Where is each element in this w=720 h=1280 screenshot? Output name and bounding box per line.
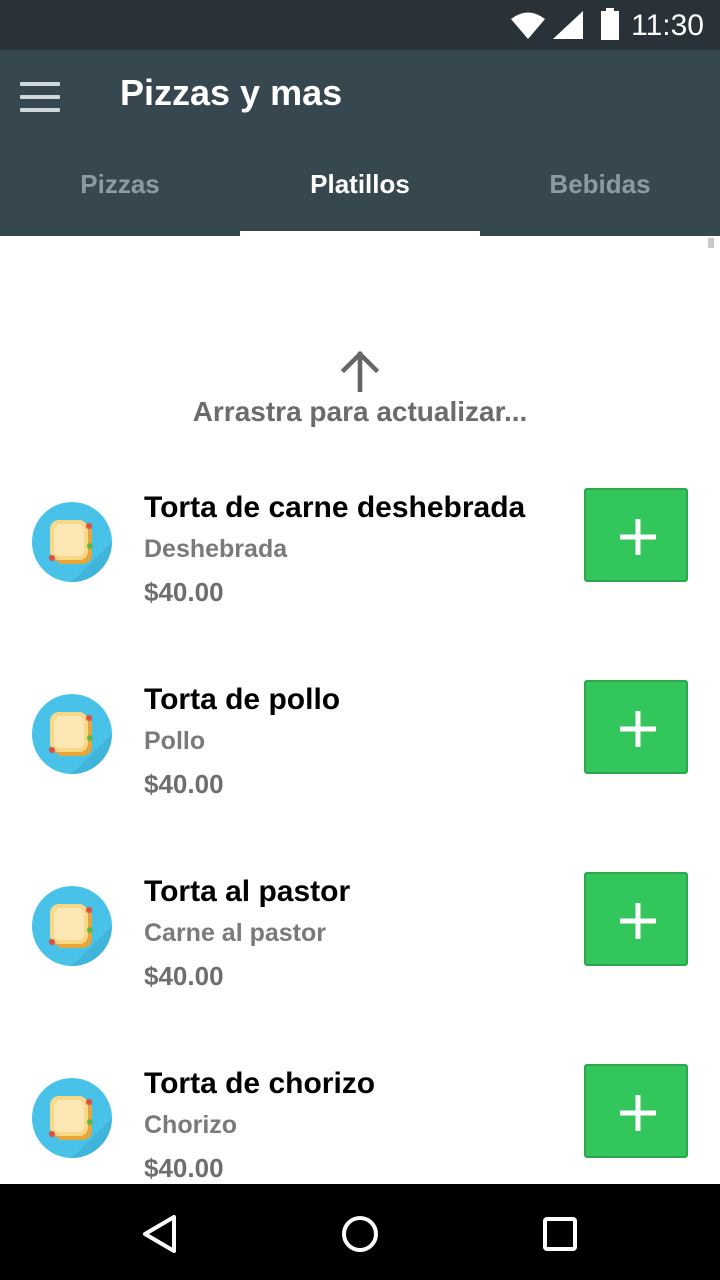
sandwich-icon	[32, 886, 112, 966]
item-name: Torta de pollo	[144, 683, 341, 716]
item-price: $40.00	[144, 577, 224, 607]
status-time: 11:30	[631, 9, 704, 42]
sandwich-icon	[32, 694, 112, 774]
plus-icon	[620, 1095, 656, 1131]
item-price: $40.00	[144, 961, 224, 991]
item-description: Chorizo	[144, 1111, 238, 1139]
plus-icon	[620, 519, 656, 555]
hamburger-menu-icon[interactable]	[20, 82, 60, 112]
item-name: Torta al pastor	[144, 875, 351, 908]
wifi-icon	[511, 12, 545, 39]
arrow-up-icon	[340, 350, 380, 392]
add-to-cart-button[interactable]	[584, 680, 688, 774]
signal-icon	[553, 11, 583, 39]
status-bar: 11:30	[0, 0, 720, 50]
plus-icon	[620, 903, 656, 939]
item-description: Deshebrada	[144, 535, 288, 563]
item-name: Torta de carne deshebrada	[144, 491, 526, 524]
system-nav-bar	[0, 1184, 720, 1280]
battery-icon	[601, 8, 619, 40]
list-item: Torta de chorizo Chorizo $40.00	[0, 1064, 720, 1184]
item-description: Pollo	[144, 727, 206, 755]
item-description: Carne al pastor	[144, 919, 327, 947]
add-to-cart-button[interactable]	[584, 488, 688, 582]
plus-icon	[620, 711, 656, 747]
back-icon[interactable]	[138, 1212, 182, 1256]
tab-platillos[interactable]: Platillos	[240, 146, 480, 236]
tab-pizzas[interactable]: Pizzas	[0, 146, 240, 236]
tab-bebidas[interactable]: Bebidas	[480, 146, 720, 236]
item-price: $40.00	[144, 1153, 224, 1183]
list-item: Torta de carne deshebrada Deshebrada $40…	[0, 488, 720, 638]
app-title: Pizzas y mas	[120, 72, 343, 113]
pull-to-refresh: Arrastra para actualizar...	[0, 348, 720, 428]
list-item: Torta de pollo Pollo $40.00	[0, 680, 720, 830]
add-to-cart-button[interactable]	[584, 872, 688, 966]
recents-icon[interactable]	[538, 1212, 582, 1256]
add-to-cart-button[interactable]	[584, 1064, 688, 1158]
sandwich-icon	[32, 502, 112, 582]
scroll-indicator	[708, 238, 714, 248]
home-icon[interactable]	[338, 1212, 382, 1256]
sandwich-icon	[32, 1078, 112, 1158]
item-name: Torta de chorizo	[144, 1067, 376, 1100]
product-list[interactable]: Arrastra para actualizar... Torta de car…	[0, 236, 720, 1184]
app-bar: Pizzas y mas Pizzas Platillos Bebidas	[0, 50, 720, 236]
tab-bar: Pizzas Platillos Bebidas	[0, 146, 720, 236]
pull-refresh-text: Arrastra para actualizar...	[192, 396, 528, 427]
item-price: $40.00	[144, 769, 224, 799]
list-item: Torta al pastor Carne al pastor $40.00	[0, 872, 720, 1022]
